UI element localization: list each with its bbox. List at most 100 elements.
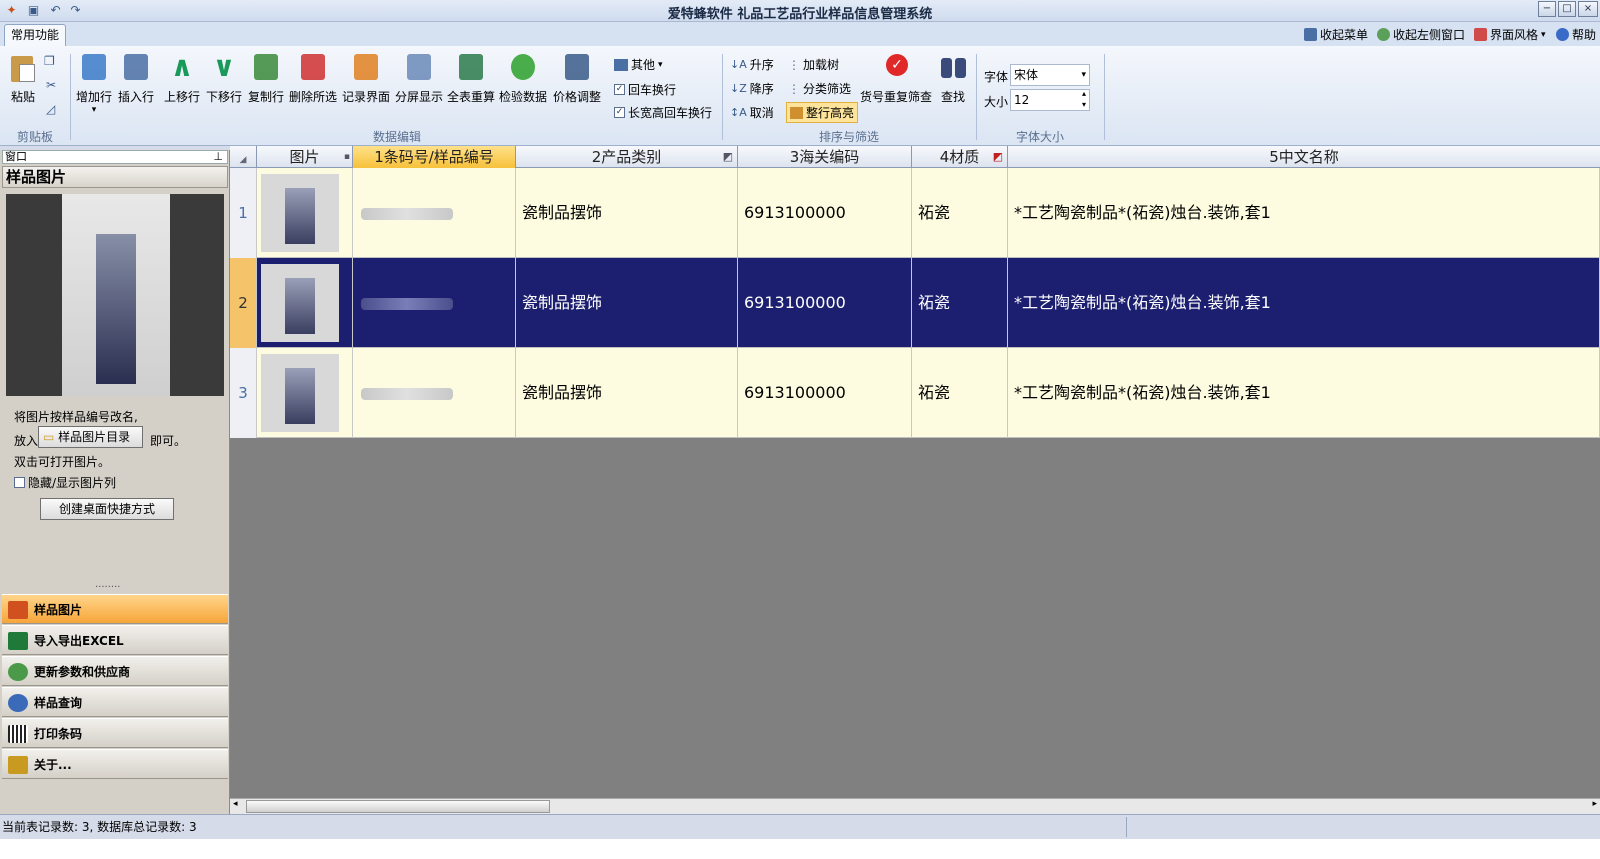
nav-about[interactable]: 关于...: [2, 749, 228, 779]
scroll-right-icon[interactable]: ▸: [1592, 799, 1597, 809]
sample-image-preview[interactable]: [6, 194, 224, 396]
sample-thumbnail[interactable]: [261, 174, 339, 252]
table-row[interactable]: 3 瓷制品摆饰 6913100000 祏瓷 *工艺陶瓷制品*(祏瓷)烛台.装饰,套1: [230, 348, 1600, 438]
image-cell[interactable]: [257, 348, 353, 438]
sort-desc-button[interactable]: ↓Z 降序: [730, 80, 774, 97]
header-col-category[interactable]: 2产品类别 ◩: [516, 146, 738, 168]
copy-icon[interactable]: ❐: [44, 54, 55, 68]
price-adjust-button[interactable]: 价格调整: [552, 52, 602, 105]
copy-row-button[interactable]: 复制行: [246, 52, 286, 105]
excel-icon: [8, 632, 28, 650]
header-col-barcode[interactable]: 1条码号/样品编号: [353, 146, 516, 168]
row-number-cell[interactable]: 2: [230, 258, 257, 348]
validate-data-button[interactable]: 检验数据: [498, 52, 548, 105]
add-row-button[interactable]: 增加行 ▾: [76, 52, 112, 115]
row-number-cell[interactable]: 3: [230, 348, 257, 438]
paste-button[interactable]: 粘贴: [6, 52, 40, 105]
insert-row-button[interactable]: 插入行: [116, 52, 156, 105]
nav-print-barcode[interactable]: 打印条码: [2, 718, 228, 748]
calculator-icon: [455, 52, 487, 84]
category-cell[interactable]: 瓷制品摆饰: [516, 168, 738, 258]
window-title: 爱特蜂软件 礼品工艺品行业样品信息管理系统: [667, 7, 933, 22]
folder-icon: ▭: [43, 430, 55, 444]
barcode-cell[interactable]: [353, 258, 516, 348]
long-cr-wrap-checkbox[interactable]: ✓ 长宽高回车换行: [614, 104, 712, 121]
font-select[interactable]: 宋体 ▾: [1010, 64, 1090, 86]
header-col-image[interactable]: 图片 ▪: [257, 146, 353, 168]
collapse-menu-link[interactable]: 收起菜单: [1304, 26, 1368, 43]
horizontal-scrollbar[interactable]: ◂ ▸: [230, 798, 1600, 814]
cut-icon[interactable]: ✂: [46, 78, 56, 92]
move-down-button[interactable]: ∨ 下移行: [204, 52, 244, 105]
nav-update-params-suppliers[interactable]: 更新参数和供应商: [2, 656, 228, 686]
toggle-image-column-checkbox[interactable]: 隐藏/显示图片列: [14, 474, 116, 491]
material-cell[interactable]: 祏瓷: [912, 168, 1008, 258]
splitter-grip[interactable]: ········: [95, 582, 120, 593]
move-up-button[interactable]: ∧ 上移行: [162, 52, 202, 105]
other-dropdown[interactable]: 其他 ▾: [614, 56, 663, 73]
header-col-material[interactable]: 4材质 ◩: [912, 146, 1008, 168]
left-panel: 窗口 ⊥ 样品图片 将图片按样品编号改名, 放入 ▭ 样品图片目录 即可。 双击可…: [0, 150, 230, 814]
image-cell[interactable]: [257, 258, 353, 348]
tab-common-functions[interactable]: 常用功能: [4, 24, 66, 46]
barcode-cell[interactable]: [353, 168, 516, 258]
hs-code-cell[interactable]: 6913100000: [738, 168, 912, 258]
hs-code-cell[interactable]: 6913100000: [738, 258, 912, 348]
cn-name-cell[interactable]: *工艺陶瓷制品*(祏瓷)烛台.装饰,套1: [1008, 348, 1600, 438]
header-corner[interactable]: ◢: [230, 146, 257, 168]
ribbon-tab-row: 常用功能 收起菜单 收起左侧窗口 界面风格 ▾ 帮助: [0, 22, 1600, 46]
stepper-arrows-icon[interactable]: ▴ ▾: [1082, 88, 1086, 110]
hs-code-cell[interactable]: 6913100000: [738, 348, 912, 438]
load-tree-button[interactable]: ⋮ 加载树: [788, 56, 839, 73]
row-number-cell[interactable]: 1: [230, 168, 257, 258]
filter-active-icon[interactable]: ◩: [993, 146, 1003, 168]
collapse-left-window-link[interactable]: 收起左侧窗口: [1377, 26, 1465, 43]
sort-asc-button[interactable]: ↓A 升序: [730, 56, 774, 73]
cr-wrap-checkbox[interactable]: ✓ 回车换行: [614, 81, 676, 98]
font-size-stepper[interactable]: 12 ▴ ▾: [1010, 89, 1090, 111]
grid-header: ◢ 图片 ▪ 1条码号/样品编号 2产品类别 ◩ 3海关编码 4材质 ◩ 5中文名称: [230, 146, 1600, 168]
category-cell[interactable]: 瓷制品摆饰: [516, 348, 738, 438]
image-cell[interactable]: [257, 168, 353, 258]
nav-import-export-excel[interactable]: 导入导出EXCEL: [2, 625, 228, 655]
nav-sample-images[interactable]: 样品图片: [2, 594, 228, 624]
table-row[interactable]: 2 瓷制品摆饰 6913100000 祏瓷 *工艺陶瓷制品*(祏瓷)烛台.装饰,套1: [230, 258, 1600, 348]
filter-icon: ⋮: [788, 81, 800, 96]
filter-icon[interactable]: ◩: [723, 146, 733, 168]
sort-cancel-button[interactable]: ↕A 取消: [730, 104, 774, 121]
category-filter-button[interactable]: ⋮ 分类筛选: [788, 80, 851, 97]
split-view-button[interactable]: 分屏显示: [394, 52, 444, 105]
record-view-button[interactable]: 记录界面: [340, 52, 392, 105]
sample-thumbnail[interactable]: [261, 264, 339, 342]
ui-style-link[interactable]: 界面风格 ▾: [1474, 26, 1546, 43]
material-cell[interactable]: 祏瓷: [912, 258, 1008, 348]
table-row[interactable]: 1 瓷制品摆饰 6913100000 祏瓷 *工艺陶瓷制品*(祏瓷)烛台.装饰,套1: [230, 168, 1600, 258]
close-button[interactable]: ×: [1578, 1, 1598, 17]
header-col-hs-code[interactable]: 3海关编码: [738, 146, 912, 168]
barcode-cell[interactable]: [353, 348, 516, 438]
material-cell[interactable]: 祏瓷: [912, 348, 1008, 438]
sample-folder-button[interactable]: ▭ 样品图片目录: [38, 426, 143, 448]
recalc-all-button[interactable]: 全表重算: [446, 52, 496, 105]
group-label-clipboard: 剪贴板: [16, 130, 53, 144]
cn-name-cell[interactable]: *工艺陶瓷制品*(祏瓷)烛台.装饰,套1: [1008, 168, 1600, 258]
scrollbar-thumb[interactable]: [246, 800, 550, 813]
dup-filter-button[interactable]: ✓ 货号重复筛查: [858, 52, 934, 105]
binoculars-icon: [938, 52, 970, 84]
sample-thumbnail[interactable]: [261, 354, 339, 432]
category-cell[interactable]: 瓷制品摆饰: [516, 258, 738, 348]
cn-name-cell[interactable]: *工艺陶瓷制品*(祏瓷)烛台.装饰,套1: [1008, 258, 1600, 348]
scroll-left-icon[interactable]: ◂: [233, 799, 238, 809]
pin-icon[interactable]: ⊥: [213, 151, 223, 163]
gear-icon: [8, 663, 28, 681]
create-shortcut-button[interactable]: 创建桌面快捷方式: [40, 498, 174, 520]
minimize-button[interactable]: −: [1538, 1, 1556, 17]
delete-selected-button[interactable]: 删除所选: [288, 52, 338, 105]
nav-sample-query[interactable]: 样品查询: [2, 687, 228, 717]
maximize-button[interactable]: □: [1558, 1, 1576, 17]
header-col-cn-name[interactable]: 5中文名称: [1008, 146, 1600, 168]
row-highlight-toggle[interactable]: 整行高亮: [786, 102, 859, 123]
eraser-icon[interactable]: ◿: [46, 102, 55, 116]
find-button[interactable]: 查找: [938, 52, 968, 105]
help-link[interactable]: 帮助: [1556, 26, 1596, 43]
